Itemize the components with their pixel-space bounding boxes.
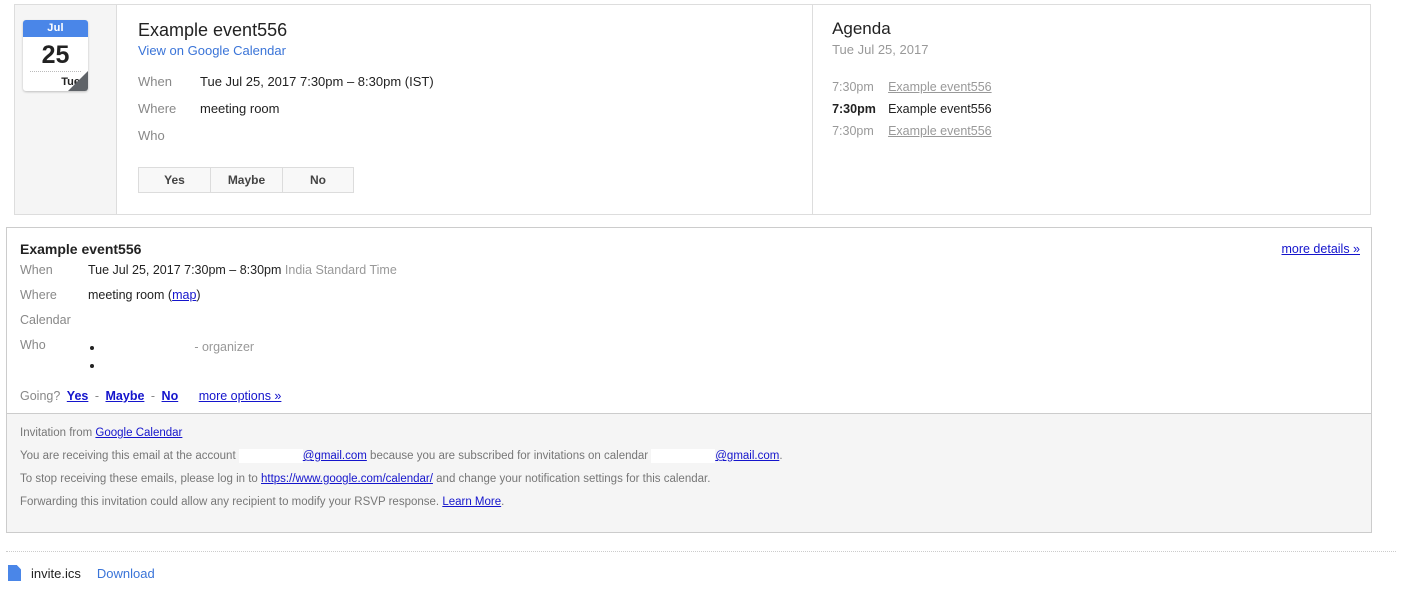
details-where-label: Where [20,288,57,302]
agenda-item: 7:30pm Example event556 [832,120,1370,142]
attendee-role: - organizer [194,340,255,354]
summary-field-row-who: Who [138,129,434,156]
details-event-title: Example event556 [20,241,142,257]
map-link[interactable]: map [172,288,196,302]
footer-calendar-redacted [651,449,716,463]
google-calendar-link[interactable]: Google Calendar [95,427,182,439]
summary-field-row-where: Where meeting room [138,102,434,129]
agenda-column: Agenda Tue Jul 25, 2017 7:30pm Example e… [813,5,1370,214]
file-icon [8,565,21,581]
rsvp-yes-button[interactable]: Yes [138,167,210,193]
going-separator: - [94,389,100,403]
going-separator: - [150,389,156,403]
details-calendar-value [88,313,397,338]
details-fields-table: When Tue Jul 25, 2017 7:30pm – 8:30pm In… [20,263,397,384]
summary-where-label: Where [138,101,177,116]
footer-line-invitation-from: Invitation from Google Calendar [20,426,1371,440]
agenda-item-link[interactable]: Example event556 [888,120,992,142]
footer-forward-suffix: . [501,496,505,508]
calendar-date-icon: Jul 25 Tue [23,20,88,91]
attendee-item: - organizer [104,338,397,356]
details-row-where: Where meeting room (map) [20,288,397,313]
details-row-who: Who - organizer [20,338,397,384]
agenda-item-current: 7:30pm Example event556 [832,98,1370,120]
agenda-heading: Agenda [832,19,891,38]
agenda-item-label: Example event556 [888,102,992,116]
details-row-when: When Tue Jul 25, 2017 7:30pm – 8:30pm In… [20,263,397,288]
calendar-tile-column: Jul 25 Tue [15,5,117,214]
going-yes-link[interactable]: Yes [67,389,89,403]
event-details-panel: Example event556 more details » When Tue… [6,227,1372,533]
summary-where-value: meeting room [200,101,280,116]
attendee-name-redacted [104,356,174,374]
event-title: Example event556 [138,20,288,40]
agenda-list: 7:30pm Example event556 7:30pm Example e… [832,76,1370,142]
attachment-download-link[interactable]: Download [97,566,155,581]
details-where-value: meeting room [88,288,165,302]
attendee-name-redacted [104,338,191,356]
agenda-item-time: 7:30pm [832,102,876,116]
calendar-url-link[interactable]: https://www.google.com/calendar/ [261,473,433,485]
footer-unsub-prefix: To stop receiving these emails, please l… [20,473,261,485]
going-maybe-link[interactable]: Maybe [106,389,145,403]
footer-forward-prefix: Forwarding this invitation could allow a… [20,496,443,508]
footer-line-forwarding: Forwarding this invitation could allow a… [20,495,1371,509]
attachment-filename: invite.ics [31,565,81,581]
details-map-paren-close: ) [196,288,201,302]
rsvp-no-button[interactable]: No [282,167,354,193]
more-options-link[interactable]: more options » [199,389,282,403]
rsvp-maybe-button[interactable]: Maybe [210,167,282,193]
footer-invitation-prefix: Invitation from [20,427,96,439]
calendar-day-number: 25 [41,41,70,69]
attachment-row: invite.ics Download [8,563,155,583]
attachment-separator [6,551,1396,552]
details-row-calendar: Calendar [20,313,397,338]
agenda-item-time: 7:30pm [832,124,874,138]
summary-field-row-when: When Tue Jul 25, 2017 7:30pm – 8:30pm (I… [138,75,434,102]
going-label: Going? [20,389,61,403]
event-details-body: Example event556 more details » When Tue… [7,228,1371,413]
summary-when-value: Tue Jul 25, 2017 7:30pm – 8:30pm (IST) [200,74,434,89]
summary-who-label: Who [138,128,165,143]
summary-when-label: When [138,74,172,89]
footer-account-end: . [779,450,783,462]
footer-line-account: You are receiving this email at the acco… [20,449,1371,463]
rsvp-going-row: Going? Yes - Maybe - No more options » [20,388,1371,404]
footer-calendar-domain-link[interactable]: @gmail.com [715,450,779,462]
event-summary-column: Example event556 View on Google Calendar… [117,5,814,214]
agenda-item: 7:30pm Example event556 [832,76,1370,98]
calendar-fold-corner-icon [68,71,88,91]
view-on-google-calendar-link[interactable]: View on Google Calendar [138,43,286,58]
summary-who-value [200,129,434,156]
footer-account-domain-link[interactable]: @gmail.com [303,450,367,462]
agenda-item-link[interactable]: Example event556 [888,76,992,98]
footer-account-redacted [238,449,303,463]
details-when-value-cell: Tue Jul 25, 2017 7:30pm – 8:30pm India S… [88,263,397,288]
footer-line-unsubscribe: To stop receiving these emails, please l… [20,472,1371,486]
learn-more-link[interactable]: Learn More [442,496,501,508]
summary-fields-table: When Tue Jul 25, 2017 7:30pm – 8:30pm (I… [138,75,434,156]
invitation-footer: Invitation from Google Calendar You are … [7,413,1371,532]
details-when-value: Tue Jul 25, 2017 7:30pm – 8:30pm [88,263,282,277]
going-no-link[interactable]: No [162,389,179,403]
footer-account-mid: because you are subscribed for invitatio… [370,450,649,462]
details-calendar-label: Calendar [20,313,71,327]
footer-account-prefix: You are receiving this email at the acco… [20,450,236,462]
footer-unsub-suffix: and change your notification settings fo… [432,473,711,485]
agenda-item-time: 7:30pm [832,80,874,94]
agenda-date: Tue Jul 25, 2017 [832,42,929,57]
details-who-label: Who [20,338,46,352]
attendee-item [104,356,397,374]
rsvp-button-group: Yes Maybe No [138,167,354,193]
event-summary-card: Jul 25 Tue Example event556 View on Goog… [14,4,1371,215]
more-details-link[interactable]: more details » [1281,242,1360,256]
details-when-label: When [20,263,53,277]
details-who-value-cell: - organizer [88,338,397,384]
attendee-list: - organizer [88,338,397,374]
details-where-value-cell: meeting room (map) [88,288,397,313]
calendar-month-label: Jul [23,20,88,37]
details-when-timezone: India Standard Time [284,263,397,277]
